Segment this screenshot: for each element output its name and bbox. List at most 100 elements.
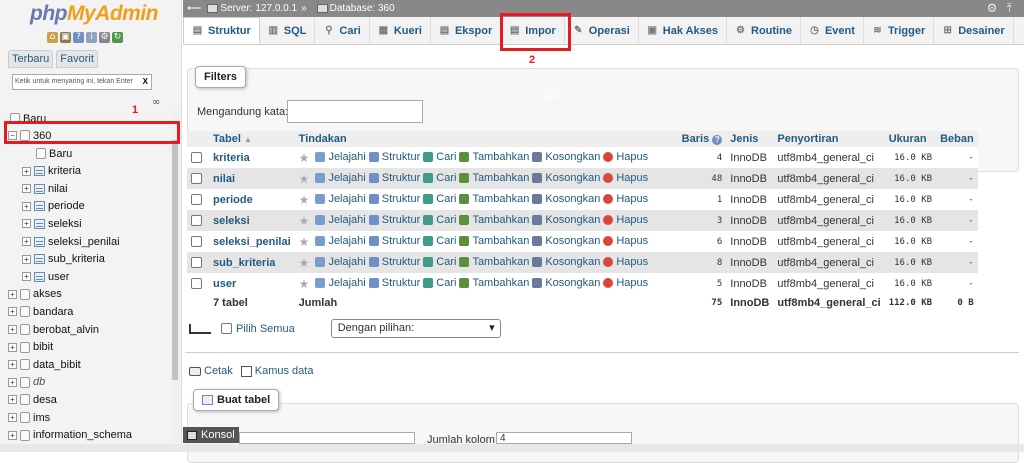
table-name-link[interactable]: user [213,278,236,290]
logout-icon[interactable]: ▣ [60,32,71,43]
action-hapus[interactable]: Hapus [603,235,648,247]
expand-icon[interactable]: + [8,430,17,440]
action-kosongkan[interactable]: Kosongkan [532,235,600,247]
row-checkbox[interactable] [191,194,202,206]
expand-icon[interactable]: + [8,360,17,370]
action-struktur[interactable]: Struktur [368,151,420,163]
tree-table-user[interactable]: + user [22,268,69,285]
with-selected-select[interactable]: Dengan pilihan: [330,319,501,338]
navigation-filter-input[interactable]: Ketik untuk menyaring ini, tekan Enter X [12,74,152,90]
action-struktur[interactable]: Struktur [368,256,420,268]
tab-sql[interactable]: ▥ SQL [260,17,316,44]
row-checkbox[interactable] [191,152,202,164]
action-cari[interactable]: Cari [423,277,456,289]
table-name-link[interactable]: seleksi [213,215,250,227]
favorite-star-icon[interactable]: ★ [299,235,310,249]
tree-db-db[interactable]: + db [8,374,45,391]
action-jelajahi[interactable]: Jelajahi [315,193,366,205]
tree-db-bibit[interactable]: + bibit [8,339,53,356]
action-tambahkan[interactable]: Tambahkan [459,193,529,205]
expand-icon[interactable]: + [8,325,17,334]
row-checkbox[interactable] [191,236,202,248]
favorite-star-icon[interactable]: ★ [299,193,310,207]
data-dictionary-link[interactable]: Kamus data [240,365,313,377]
breadcrumb-server[interactable]: Server: 127.0.0.1 [220,3,297,14]
tab-hak-akses[interactable]: ▣ Hak Akses [639,17,728,44]
action-cari[interactable]: Cari [423,193,456,205]
row-checkbox[interactable] [191,257,202,269]
action-cari[interactable]: Cari [423,151,456,163]
expand-icon[interactable]: + [22,201,31,211]
expand-icon[interactable]: + [22,184,31,194]
tab-trigger[interactable]: ≋ Trigger [864,17,935,44]
tree-table-seleksi_penilai[interactable]: + seleksi_penilai [22,233,120,250]
filter-contains-input[interactable] [287,100,423,123]
tab-recent[interactable]: Terbaru [8,50,54,68]
expand-icon[interactable]: + [8,307,17,317]
action-tambahkan[interactable]: Tambahkan [459,172,529,184]
action-hapus[interactable]: Hapus [603,172,648,184]
header-type[interactable]: Jenis [726,131,774,147]
header-size[interactable]: Ukuran [884,131,937,147]
table-name-link[interactable]: nilai [213,173,235,185]
tree-table-sub_kriteria[interactable]: + sub_kriteria [22,251,105,268]
table-name-link[interactable]: periode [213,194,253,206]
tree-db-akses[interactable]: + akses [8,286,62,303]
tree-table-kriteria[interactable]: + kriteria [22,163,81,180]
action-struktur[interactable]: Struktur [368,193,420,205]
header-overhead[interactable]: Beban [936,131,978,147]
link-collapse-icon[interactable]: ∞ [152,97,160,108]
expand-icon[interactable]: + [22,166,31,176]
back-arrow-icon[interactable]: ⟵ [187,3,201,14]
expand-icon[interactable]: + [22,254,31,264]
action-kosongkan[interactable]: Kosongkan [532,193,600,205]
tab-favorites[interactable]: Favorit [56,50,98,68]
settings-icon[interactable]: ⚙ [987,1,998,15]
header-table[interactable]: Tabel ▲ [209,131,295,147]
home-icon[interactable]: ⌂ [47,32,58,43]
breadcrumb-database[interactable]: Database: 360 [330,3,395,14]
action-hapus[interactable]: Hapus [603,256,648,268]
row-checkbox[interactable] [191,173,202,185]
docs-icon[interactable]: i [86,32,97,43]
tree-db-data_bibit[interactable]: + data_bibit [8,356,81,373]
columns-input[interactable]: 4 [496,432,632,444]
action-kosongkan[interactable]: Kosongkan [532,214,600,226]
action-struktur[interactable]: Struktur [368,235,420,247]
action-struktur[interactable]: Struktur [368,277,420,289]
tree-db-information_schema[interactable]: + information_schema [8,427,132,444]
action-jelajahi[interactable]: Jelajahi [315,256,366,268]
expand-icon[interactable]: + [22,219,31,229]
action-kosongkan[interactable]: Kosongkan [532,151,600,163]
expand-icon[interactable]: + [8,289,17,299]
tree-new-table[interactable]: Baru [36,145,72,162]
collapse-icon[interactable]: ⤒ [1007,1,1012,15]
table-name-link[interactable]: kriteria [213,152,250,164]
tab-event[interactable]: ◷ Event [801,17,864,44]
horizontal-scrollbar[interactable] [0,444,1024,452]
action-kosongkan[interactable]: Kosongkan [532,256,600,268]
tab-cari[interactable]: ⚲ Cari [315,17,370,44]
favorite-star-icon[interactable]: ★ [299,214,310,228]
tab-struktur[interactable]: ▤ Struktur [183,17,260,44]
action-hapus[interactable]: Hapus [603,151,648,163]
action-cari[interactable]: Cari [423,214,456,226]
settings-icon[interactable]: ⚙ [99,32,110,43]
check-all-label[interactable]: Pilih Semua [236,323,295,335]
favorite-star-icon[interactable]: ★ [299,151,310,165]
action-hapus[interactable]: Hapus [603,214,648,226]
action-jelajahi[interactable]: Jelajahi [315,235,366,247]
expand-icon[interactable]: + [8,395,17,405]
tree-db-ims[interactable]: + ims [8,409,50,426]
row-checkbox[interactable] [191,278,202,290]
action-hapus[interactable]: Hapus [603,277,648,289]
favorite-star-icon[interactable]: ★ [299,172,310,186]
table-name-link[interactable]: sub_kriteria [213,257,275,269]
action-jelajahi[interactable]: Jelajahi [315,172,366,184]
table-name-input[interactable] [239,432,415,444]
action-kosongkan[interactable]: Kosongkan [532,172,600,184]
expand-icon[interactable]: + [22,272,31,282]
action-cari[interactable]: Cari [423,256,456,268]
action-tambahkan[interactable]: Tambahkan [459,214,529,226]
tab-routine[interactable]: ⚙ Routine [727,17,801,44]
